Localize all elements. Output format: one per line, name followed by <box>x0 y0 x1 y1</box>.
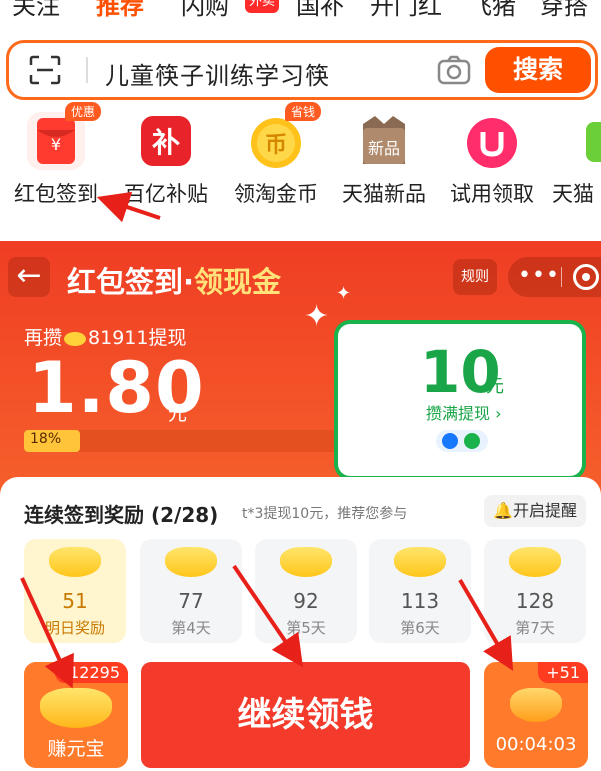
trial-icon <box>463 112 521 170</box>
sparkle-icon: ✦ <box>336 283 352 304</box>
tab-badge-takeout: 外卖 <box>245 0 280 13</box>
more-icon[interactable]: ••• <box>518 263 560 288</box>
tab-opening[interactable]: 开门红 <box>370 0 442 21</box>
scan-icon[interactable] <box>29 55 61 85</box>
shortcut-red-envelope[interactable]: ¥ 优惠 红包签到 <box>6 102 106 208</box>
shortcut-label: 领淘金币 <box>234 182 318 206</box>
shortcut-label: 百亿补贴 <box>124 182 208 206</box>
camera-icon[interactable] <box>437 55 471 85</box>
svg-text:补: 补 <box>152 126 180 159</box>
ingot-icon <box>40 688 112 728</box>
shortcut-gold-coin[interactable]: 币 省钱 领淘金币 <box>226 102 326 208</box>
shortcut-label: 天猫 <box>552 182 594 206</box>
countdown-timer: 00:04:03 <box>495 734 577 755</box>
earn-badge: -12295 <box>55 662 128 683</box>
withdraw-progress-bar: 18% <box>24 430 336 452</box>
shortcut-trial[interactable]: 试用领取 <box>442 112 542 208</box>
sparkle-icon: ✦ <box>304 299 330 334</box>
shortcut-label: 天猫新品 <box>342 182 426 206</box>
tab-fliggy[interactable]: 飞猪 <box>468 0 516 21</box>
signin-day[interactable]: 51 明日奖励 <box>24 539 126 643</box>
save-progress-text: 再攒 81911提现 <box>24 327 187 349</box>
svg-text:¥: ¥ <box>51 135 61 154</box>
coin-icon <box>64 331 87 346</box>
timer-badge: +51 <box>538 662 588 683</box>
ingot-icon <box>49 547 101 577</box>
shortcut-label: 红包签到 <box>14 182 98 206</box>
red-envelope-icon: ¥ 优惠 <box>27 102 101 170</box>
tab-follow[interactable]: 关注 <box>12 0 60 21</box>
tab-flash-buy[interactable]: 闪购 <box>181 0 229 21</box>
shortcut-badge: 优惠 <box>64 102 101 121</box>
shortcut-tmall[interactable]: 天猫 <box>548 112 601 208</box>
search-divider <box>86 57 88 83</box>
cash-reward-card[interactable]: 10 元 攒满提现 › <box>334 320 586 480</box>
signin-day[interactable]: 92 第5天 <box>255 539 357 643</box>
signin-subtitle: t*3提现10元，推荐您参与 <box>242 506 408 522</box>
ingot-icon <box>280 547 332 577</box>
search-button[interactable]: 搜索 <box>485 47 591 93</box>
tmall-icon <box>566 112 601 170</box>
balance-unit: 元 <box>168 403 188 425</box>
tab-outfit[interactable]: 穿搭 <box>540 0 588 21</box>
svg-text:新品: 新品 <box>368 139 400 158</box>
shortcut-subsidy[interactable]: 补 百亿补贴 <box>116 112 216 208</box>
signin-day[interactable]: 113 第6天 <box>369 539 471 643</box>
cash-subtitle: 攒满提现 › <box>426 404 502 423</box>
signin-day[interactable]: 128 第7天 <box>484 539 586 643</box>
rules-button[interactable]: 规则 <box>453 259 497 295</box>
signin-title: 连续签到奖励 (2/28) <box>24 503 219 527</box>
search-bar[interactable]: 儿童筷子训练学习筷 搜索 <box>6 40 598 100</box>
back-arrow-icon[interactable]: ← <box>8 257 50 297</box>
tab-subsidy[interactable]: 国补 <box>296 0 344 21</box>
shortcut-row: ¥ 优惠 红包签到 补 百亿补贴 币 省钱 领淘金币 新品 天猫新品 试用领取 … <box>0 102 601 336</box>
svg-text:币: 币 <box>265 133 287 158</box>
continue-earn-button[interactable]: 继续领钱 <box>141 662 470 768</box>
top-tabs: 关注 推荐 闪购 外卖 国补 开门红 飞猪 穿搭 <box>0 0 601 26</box>
cash-unit: 元 <box>486 376 504 397</box>
enable-reminder-button[interactable]: 🔔开启提醒 <box>484 495 586 527</box>
mini-app-capsule: ••• <box>508 257 601 297</box>
ingot-icon <box>394 547 446 577</box>
signin-day[interactable]: 77 第4天 <box>140 539 242 643</box>
ingot-icon <box>165 547 217 577</box>
earn-ingot-button[interactable]: -12295 赚元宝 <box>24 662 128 768</box>
signin-panel: 连续签到奖励 (2/28) t*3提现10元，推荐您参与 🔔开启提醒 51 明日… <box>0 477 601 771</box>
ingot-icon <box>510 688 562 722</box>
progress-label: 18% <box>30 431 62 447</box>
gold-coin-icon: 币 省钱 <box>247 102 321 170</box>
timer-reward-button[interactable]: +51 00:04:03 <box>484 662 588 768</box>
search-input[interactable]: 儿童筷子训练学习筷 <box>105 56 330 91</box>
shortcut-badge: 省钱 <box>284 102 321 121</box>
tab-recommend[interactable]: 推荐 <box>96 0 144 21</box>
page-title: 红包签到·领现金 <box>67 265 282 299</box>
close-miniapp-icon[interactable] <box>573 264 599 290</box>
payment-icons <box>436 430 488 452</box>
shortcut-label: 试用领取 <box>450 182 534 206</box>
subsidy-icon: 补 <box>137 112 195 170</box>
bell-icon: 🔔 <box>493 501 513 520</box>
new-product-icon: 新品 <box>355 112 413 170</box>
screen: 关注 推荐 闪购 外卖 国补 开门红 飞猪 穿搭 儿童筷子训练学习筷 搜索 ¥ … <box>0 0 601 771</box>
shortcut-new-product[interactable]: 新品 天猫新品 <box>334 112 434 208</box>
ingot-icon <box>509 547 561 577</box>
